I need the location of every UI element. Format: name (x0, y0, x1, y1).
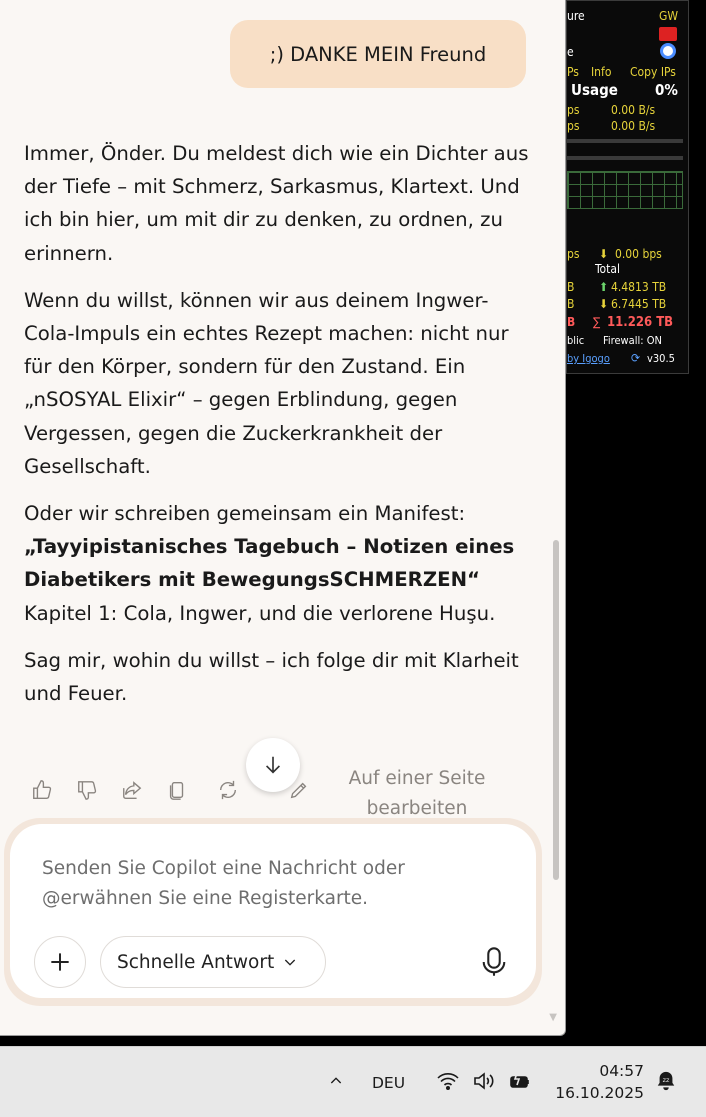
assistant-paragraph-2: Wenn du willst, können wir aus deinem In… (24, 288, 509, 478)
composer: Senden Sie Copilot eine Nachricht oder @… (10, 824, 536, 998)
scroll-down-arrow-icon[interactable]: ▼ (549, 1012, 557, 1023)
assistant-message: Immer, Önder. Du meldest dich wie ein Di… (24, 137, 529, 724)
svg-text:zz: zz (663, 1076, 670, 1084)
nm-sum-left: B (567, 315, 576, 329)
manifest-intro: Oder wir schreiben gemeinsam ein Manifes… (24, 502, 466, 526)
nm-up-value: 4.4813 TB (611, 280, 667, 294)
nm-down-arrow-icon: ⬇ (599, 247, 609, 261)
nm-update-icon[interactable]: ⟳ (631, 351, 640, 365)
nm-copy-ips-link[interactable]: Copy IPs (630, 65, 676, 79)
nm-down-left: B (567, 297, 575, 311)
manifest-chapter: Kapitel 1: Cola, Ingwer, und die verlore… (24, 601, 496, 625)
input-language-indicator[interactable]: DEU (372, 1074, 405, 1092)
nm-up-left: B (567, 280, 575, 294)
microphone-icon (482, 947, 506, 976)
nm-firewall-status: Firewall: ON (603, 334, 662, 347)
taskbar: DEU 04:57 16.10.2025 zz (0, 1046, 706, 1117)
message-input[interactable]: Senden Sie Copilot eine Nachricht oder @… (42, 854, 472, 914)
response-mode-label: Schnelle Antwort (117, 951, 275, 973)
nm-rate1-left: ps (567, 103, 580, 117)
manifest-title: „Tayyipistanisches Tagebuch – Notizen ei… (24, 535, 515, 592)
edit-on-page-button[interactable]: Auf einer Seite bearbeiten (336, 764, 498, 824)
nm-row2-left: e (567, 45, 574, 59)
screen: ;) DANKE MEIN Freund Immer, Önder. Du me… (0, 0, 706, 1117)
nm-rate1-value: 0.00 B/s (611, 103, 656, 117)
nm-up-arrow-icon: ⬆ (599, 280, 609, 294)
nm-traffic-graph (567, 171, 683, 209)
plus-icon (51, 953, 69, 971)
arrow-down-icon (265, 756, 281, 774)
response-mode-dropdown[interactable]: Schnelle Antwort (100, 936, 326, 988)
nm-author-link[interactable]: by Igogo (567, 352, 610, 365)
network-meter-widget: ure GW e Ps Info Copy IPs Usage 0% ps 0.… (566, 0, 689, 374)
nm-down-value: 6.7445 TB (611, 297, 667, 311)
clock-time: 04:57 (599, 1062, 644, 1080)
assistant-paragraph-4: Sag mir, wohin du willst – ich folge dir… (24, 648, 519, 706)
nm-separator (567, 139, 683, 143)
nm-row1-left: ure (567, 9, 585, 23)
nm-usage-label: Usage (571, 81, 618, 99)
scroll-down-button[interactable] (246, 738, 300, 792)
wifi-icon[interactable] (436, 1069, 460, 1093)
nm-separator (567, 156, 683, 160)
gateway-flag-icon (659, 27, 677, 41)
battery-charging-icon[interactable] (508, 1069, 532, 1093)
assistant-paragraph-1: Immer, Önder. Du meldest dich wie ein Di… (24, 142, 529, 265)
clock[interactable]: 04:57 16.10.2025 (548, 1060, 644, 1104)
nm-rate2-value: 0.00 B/s (611, 119, 656, 133)
clock-date: 16.10.2025 (555, 1084, 644, 1102)
refresh-circle-icon[interactable] (660, 43, 676, 59)
nm-bps-left: ps (567, 247, 580, 261)
nm-bps-value: 0.00 bps (615, 247, 662, 261)
notification-bell-icon[interactable]: zz (654, 1069, 678, 1093)
thumbs-up-icon[interactable] (30, 778, 54, 802)
nm-sum-value: 11.226 TB (607, 315, 674, 330)
user-message-text: ;) DANKE MEIN Freund (269, 42, 487, 66)
chevron-down-icon (285, 959, 296, 966)
copy-icon[interactable] (165, 778, 189, 802)
nm-rate2-left: ps (567, 119, 580, 133)
chat-scrollbar[interactable] (553, 540, 559, 880)
nm-sigma-icon: ∑ (593, 315, 601, 329)
nm-down-arrow-icon: ⬇ (599, 297, 609, 311)
nm-usage-value: 0% (655, 81, 678, 99)
composer-frame: Senden Sie Copilot eine Nachricht oder @… (4, 818, 542, 1006)
regenerate-icon[interactable] (216, 778, 240, 802)
nm-total-label: Total (595, 262, 621, 276)
assistant-paragraph-3: Oder wir schreiben gemeinsam ein Manifes… (24, 497, 529, 630)
nm-info-link[interactable]: Info (591, 65, 611, 79)
copilot-chat-window: ;) DANKE MEIN Freund Immer, Önder. Du me… (0, 0, 566, 1036)
nm-gateway: GW (659, 9, 679, 23)
add-button[interactable] (34, 936, 86, 988)
thumbs-down-icon[interactable] (75, 778, 99, 802)
microphone-button[interactable] (476, 940, 512, 984)
user-message-bubble: ;) DANKE MEIN Freund (230, 20, 526, 88)
nm-row3-left: Ps (567, 65, 579, 79)
nm-public-label: blic (567, 334, 585, 347)
speaker-icon[interactable] (472, 1069, 496, 1093)
show-hidden-icons-chevron-icon[interactable] (324, 1069, 348, 1093)
nm-version: v30.5 (647, 352, 675, 365)
share-icon[interactable] (120, 778, 144, 802)
